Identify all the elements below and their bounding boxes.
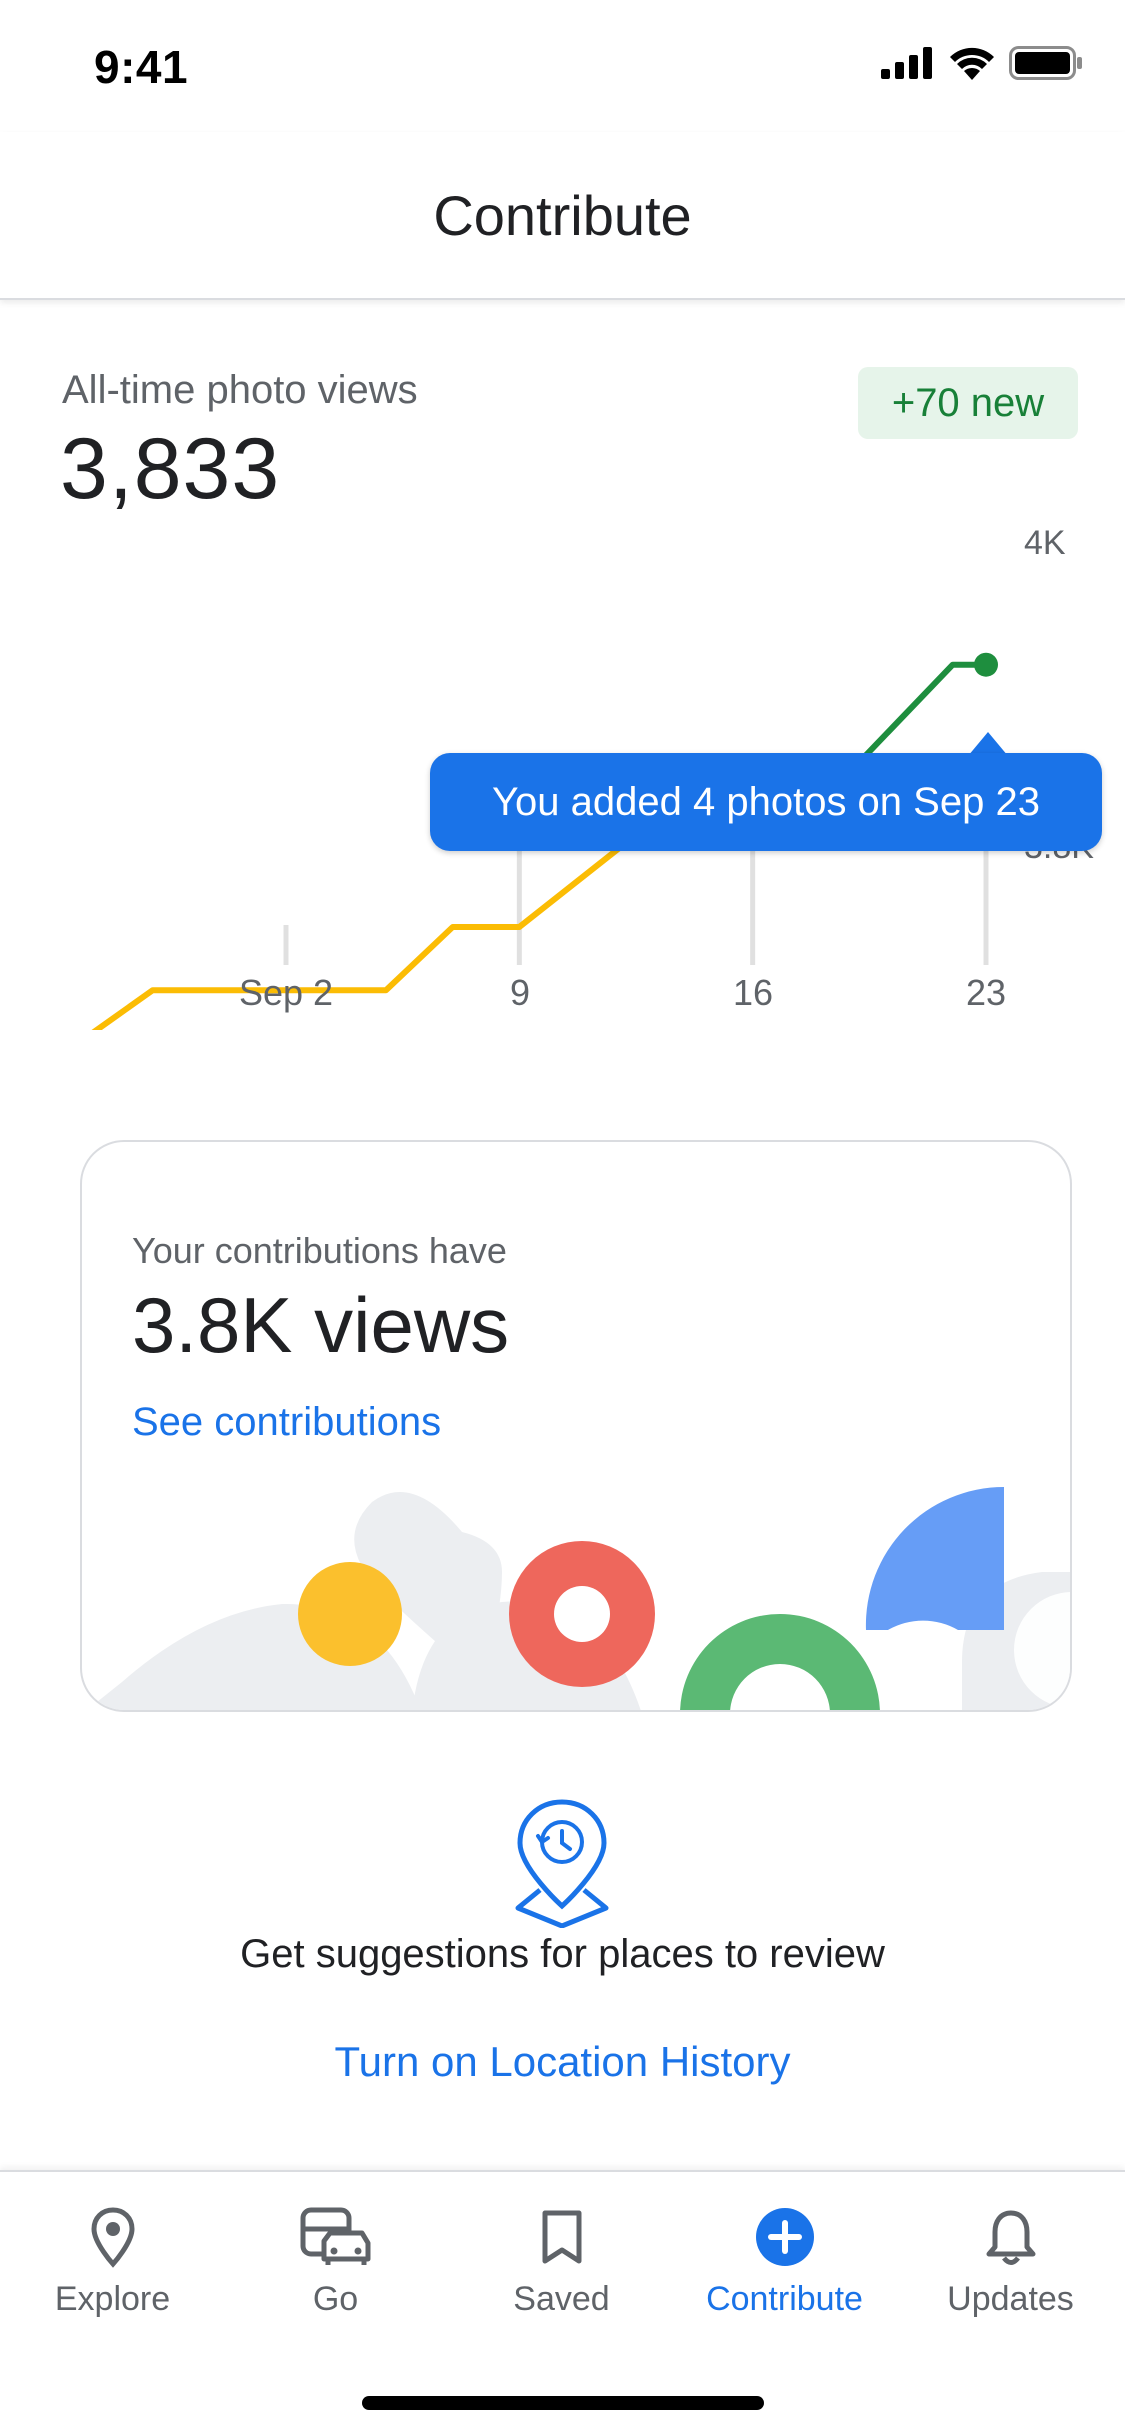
- pin-icon: [73, 2202, 153, 2272]
- wifi-icon: [950, 47, 994, 80]
- photo-views-chart[interactable]: 4K 3.8K Sep 2 9 16 23 You added 4 photos…: [0, 510, 1125, 1041]
- nav-item-contribute[interactable]: Contribute: [672, 2202, 897, 2342]
- turn-on-location-history-link[interactable]: Turn on Location History: [0, 2038, 1125, 2086]
- location-history-pin-icon: [515, 1799, 609, 1928]
- x-tick-label: 9: [509, 972, 531, 1013]
- nav-label: Explore: [54, 2280, 171, 2318]
- nav-label: Go: [312, 2280, 359, 2318]
- new-views-badge: +70 new: [858, 367, 1078, 439]
- page-title: Contribute: [433, 183, 692, 247]
- plus-circle-icon: [745, 2202, 825, 2272]
- nav-label: Contribute: [706, 2280, 863, 2318]
- x-tick-label: 16: [732, 972, 774, 1013]
- x-tick-label: Sep 2: [238, 972, 334, 1013]
- status-bar: 9:41: [0, 0, 1125, 132]
- nav-item-explore[interactable]: Explore: [0, 2202, 225, 2342]
- nav-item-saved[interactable]: Saved: [449, 2202, 674, 2342]
- home-indicator: [362, 2396, 764, 2410]
- contributions-card[interactable]: Your contributions have 3.8K views See c…: [80, 1140, 1072, 1712]
- photo-views-value: 3,833: [60, 421, 281, 517]
- contributions-subtitle: Your contributions have: [132, 1230, 507, 1271]
- bookmark-icon: [522, 2202, 602, 2272]
- header: Contribute: [0, 132, 1125, 300]
- see-contributions-link[interactable]: See contributions: [132, 1400, 441, 1445]
- chart-tooltip: You added 4 photos on Sep 23: [430, 753, 1102, 851]
- photo-views-label: All-time photo views: [62, 368, 418, 412]
- nav-label: Updates: [947, 2280, 1074, 2318]
- contributions-views: 3.8K views: [132, 1281, 510, 1369]
- battery-icon: [1009, 46, 1082, 80]
- nav-item-updates[interactable]: Updates: [898, 2202, 1123, 2342]
- y-tick-label: 4K: [1024, 524, 1066, 562]
- x-tick-label: 23: [965, 972, 1007, 1013]
- status-time: 9:41: [94, 41, 189, 93]
- car-bus-icon: [296, 2202, 376, 2272]
- nav-label: Saved: [513, 2280, 610, 2318]
- cellular-signal-icon: [881, 47, 932, 79]
- suggestions-text: Get suggestions for places to review: [240, 1932, 885, 1976]
- bell-icon: [971, 2202, 1051, 2272]
- status-icons: [881, 46, 1083, 80]
- nav-item-go[interactable]: Go: [223, 2202, 448, 2342]
- highlight-point[interactable]: [974, 652, 998, 677]
